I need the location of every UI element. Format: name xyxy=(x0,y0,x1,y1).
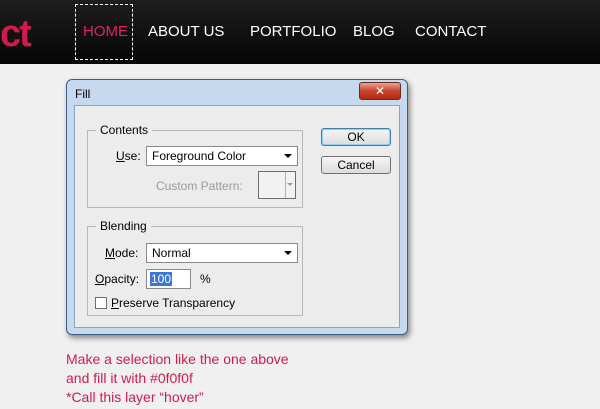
use-label: Use: xyxy=(116,149,141,163)
mode-label: Mode: xyxy=(105,246,139,260)
close-button[interactable]: ✕ xyxy=(359,82,401,100)
nav-contact[interactable]: CONTACT xyxy=(415,22,486,42)
close-icon: ✕ xyxy=(374,84,386,98)
dialog-title: Fill xyxy=(75,87,91,101)
contents-group: Contents Use: Foreground Color Custom Pa… xyxy=(87,123,303,208)
site-header: ct HOME ABOUT US PORTFOLIO BLOG CONTACT xyxy=(0,0,600,64)
opacity-value: 100 xyxy=(150,272,173,286)
blending-legend: Blending xyxy=(96,219,151,233)
blending-group: Blending Mode: Normal Opacity: 100 % Pre… xyxy=(87,219,303,316)
use-select-value: Foreground Color xyxy=(152,149,247,163)
mode-select-value: Normal xyxy=(152,246,191,260)
custom-pattern-label: Custom Pattern: xyxy=(156,179,243,193)
chevron-down-icon xyxy=(284,154,292,158)
chevron-down-icon xyxy=(284,251,292,255)
instruction-line-3: *Call this layer “hover” xyxy=(66,389,204,405)
nav-portfolio[interactable]: PORTFOLIO xyxy=(250,22,336,42)
site-logo: ct xyxy=(0,13,32,55)
use-select[interactable]: Foreground Color xyxy=(146,146,298,166)
opacity-label: Opacity: xyxy=(95,272,140,286)
instruction-line-1: Make a selection like the one above xyxy=(66,351,289,367)
pattern-dropdown-icon xyxy=(285,172,295,198)
custom-pattern-picker[interactable] xyxy=(258,171,296,199)
instruction-line-2: and fill it with #0f0f0f xyxy=(66,370,193,386)
contents-legend: Contents xyxy=(96,123,153,137)
dialog-body: Contents Use: Foreground Color Custom Pa… xyxy=(74,105,400,328)
nav-blog[interactable]: BLOG xyxy=(353,22,395,42)
nav-about-us[interactable]: ABOUT US xyxy=(148,22,224,42)
opacity-unit: % xyxy=(200,272,211,286)
opacity-input[interactable]: 100 xyxy=(146,269,191,289)
preserve-transparency-checkbox[interactable] xyxy=(95,297,107,309)
cancel-button[interactable]: Cancel xyxy=(321,156,391,174)
mode-select[interactable]: Normal xyxy=(146,243,298,263)
fill-dialog: Fill ✕ Contents Use: Foreground Color Cu… xyxy=(66,79,408,335)
preserve-transparency-label: Preserve Transparency xyxy=(111,296,236,310)
marquee-selection xyxy=(75,4,133,60)
ok-button[interactable]: OK xyxy=(321,128,391,146)
